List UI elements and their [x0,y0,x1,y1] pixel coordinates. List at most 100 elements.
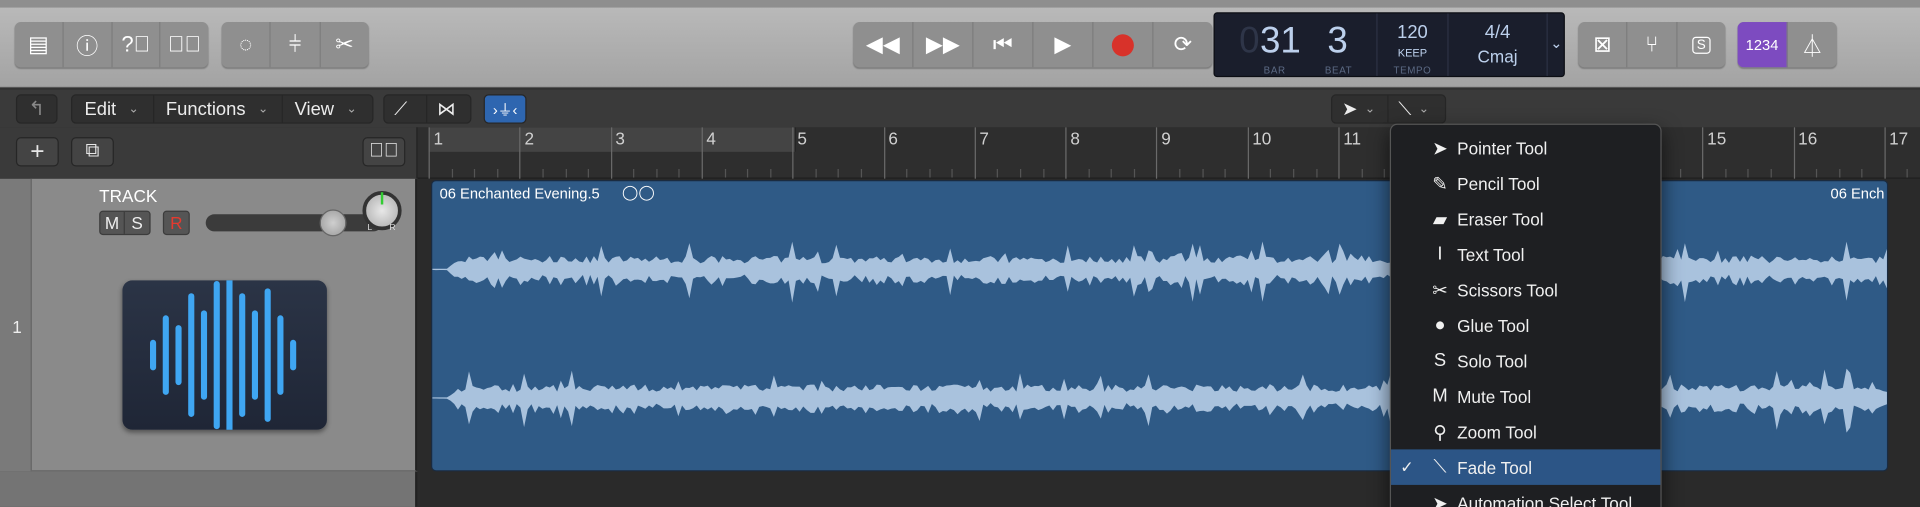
play-icon: ▶ [1054,31,1072,57]
rewind-button[interactable]: ◀◀ [853,22,914,68]
mode-group: ⊠ ⑂ S [1578,22,1726,68]
beat-tick [633,168,635,178]
tool-menu-item[interactable]: ➤ Automation Select Tool [1391,485,1660,507]
audio-region[interactable]: 06 Enchanted Evening.5 ◯◯ 06 Ench [431,180,1889,472]
play-button[interactable]: ▶ [1033,22,1094,68]
beat-tick [724,168,726,178]
record-enable-button[interactable]: R [164,212,188,234]
editors-button[interactable]: ✂ [320,22,368,67]
view-menu[interactable]: View ⌄ [282,96,372,123]
beat-tick [815,168,817,178]
beat-tick [1747,168,1750,178]
tool-menu-item[interactable]: ✓ ⟍ Fade Tool [1391,449,1661,485]
cycle-area[interactable] [428,127,796,152]
volume-slider-knob[interactable] [319,209,347,237]
tool-menu-item[interactable]: ● Glue Tool [1391,307,1660,343]
beat-tick [1088,168,1090,178]
tool-menu-label: Glue Tool [1457,315,1530,335]
beat-tick [997,168,999,178]
inspector-button[interactable]: ⓘ [63,22,113,68]
tool-menu-label: Solo Tool [1457,350,1528,371]
beat-tick [906,168,908,178]
beat-label: BEAT [1324,64,1353,76]
track-icon[interactable] [122,249,327,462]
magnifier-icon: ⚲ [1433,421,1447,443]
track-name[interactable]: TRACK [99,186,157,206]
solo-button[interactable]: S [125,212,149,234]
tool-menu-label: Pointer Tool [1457,137,1548,158]
record-button[interactable] [1093,22,1154,68]
catch-up-button[interactable]: ↰ [15,94,58,124]
bar-number: 1 [433,128,444,149]
library-button[interactable]: ▤ [15,22,64,68]
track-header[interactable]: TRACK M S R L R [31,178,418,472]
beat-tick [1315,168,1317,178]
go-to-beginning-button[interactable]: ⏮ [973,22,1034,68]
tool-menu-item[interactable]: ⚲ Zoom Tool [1391,414,1660,450]
metronome-button[interactable]: ⏃ [1788,22,1837,67]
library-icon: ▤ [27,31,49,57]
cycle-button[interactable]: ⟳ [1153,22,1212,67]
beat-tick [1179,168,1181,178]
bar-line [1156,127,1158,179]
bar-line [883,127,885,179]
mixer-icon: ⫩ [288,31,302,57]
beat-tick [838,168,840,178]
command-click-tool-menu[interactable]: ⟍ ⌄ [1389,96,1445,123]
mute-letter-icon: M [1432,385,1448,407]
mixer-button[interactable]: ⫩ [271,22,321,68]
go-to-beginning-icon: ⏮ [992,31,1013,57]
add-track-button[interactable]: + [15,137,59,167]
lcd-display[interactable]: 0 31 3 BAR BEAT 120 KEEP TEMPO 4/4 Cmaj … [1213,12,1565,78]
quick-help-icon: ?⃝ [121,31,151,57]
duplicate-track-button[interactable]: ⧉ [71,137,114,167]
tool-menu-item[interactable]: ✂ Scissors Tool [1391,272,1660,308]
snap-button[interactable]: ›⏚‹ [483,94,527,124]
bar-number: 9 [1161,128,1171,149]
pointer-icon: ➤ [1342,99,1358,121]
lcd-dropdown-chevron-icon[interactable]: ⌄ [1550,34,1562,51]
tool-menu-item[interactable]: M Mute Tool [1391,378,1660,414]
left-click-tool-menu[interactable]: ➤ ⌄ [1332,95,1389,123]
solo-mode-button[interactable]: S [1677,22,1725,67]
quick-help-button[interactable]: ?⃝ [112,22,161,68]
smart-controls-icon: ◌ [239,31,253,57]
volume-slider[interactable] [205,209,383,237]
tool-menu-item[interactable]: I Text Tool [1391,236,1660,272]
flex-button[interactable]: ⋈ [427,96,470,123]
cycle-icon: ⟳ [1173,31,1193,57]
tool-menu-item[interactable]: ✎ Pencil Tool [1391,165,1660,201]
global-tracks-button[interactable]: ⌄⃞ [362,137,406,167]
bar-number: 6 [888,128,898,149]
tool-menu-item[interactable]: ➤ Pointer Tool [1391,130,1660,166]
smart-controls-button[interactable]: ◌ [222,22,272,68]
fade-icon: ⟍ [1398,98,1412,120]
bar-ruler[interactable]: 1234567891011121314151617 [417,127,1920,179]
replace-button[interactable]: ⊠ [1578,22,1628,68]
count-in-button[interactable]: 1234 [1737,22,1788,68]
beat-tick [1679,168,1681,178]
track-number-column: 1 [0,178,32,472]
toolbar-button[interactable]: ⌄⃞ [161,22,208,67]
beat-tick [656,168,658,178]
bar-number: 16 [1798,128,1818,149]
fast-forward-button[interactable]: ▶▶ [913,22,974,68]
chevron-down-icon: ⌄ [1418,102,1429,116]
beat-tick [474,168,476,178]
beat-tick [1133,168,1135,178]
edit-menu[interactable]: Edit ⌄ [72,95,154,123]
automation-button[interactable]: ⟋ [384,95,428,123]
count-in-group: 1234 ⏃ [1737,22,1837,68]
tool-menu-item[interactable]: S Solo Tool [1391,343,1660,379]
tool-menu-item[interactable]: ▰ Eraser Tool [1391,201,1660,237]
solo-icon: S [1691,36,1711,54]
tuner-button[interactable]: ⑂ [1628,22,1678,68]
bar-number: 2 [524,128,534,149]
mute-button[interactable]: M [100,211,125,234]
replace-icon: ⊠ [1593,31,1612,57]
collapse-icon: ⌄⃞ [369,140,399,162]
metronome-icon: ⏃ [1801,33,1824,59]
beat-tick [1725,168,1727,178]
bar-value: 31 [1260,20,1301,62]
functions-menu[interactable]: Functions ⌄ [154,95,283,123]
